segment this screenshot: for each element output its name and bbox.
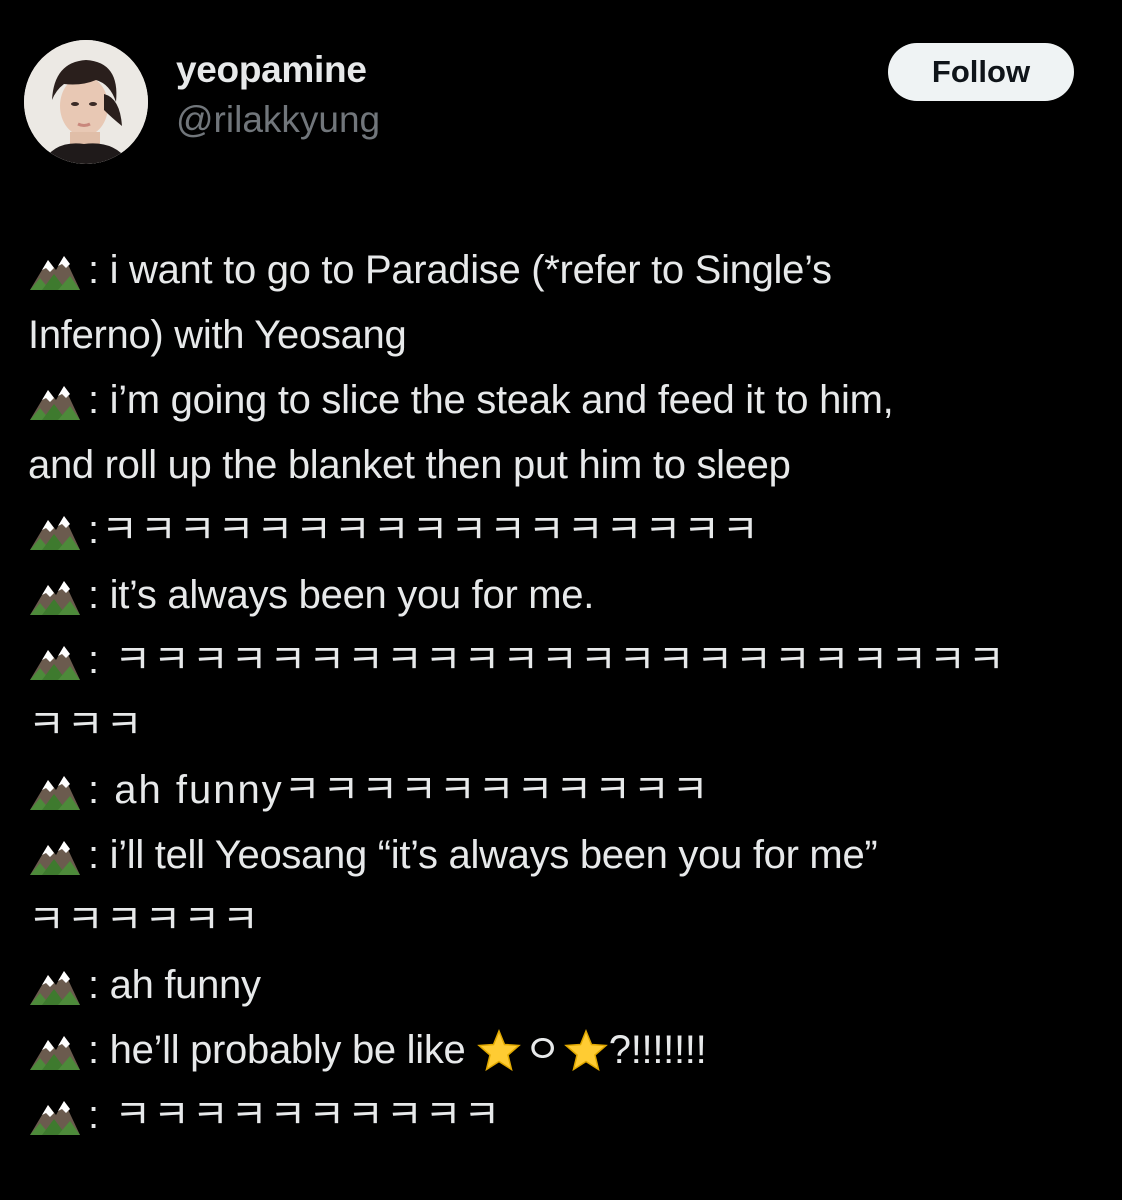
- tweet-line: : i want to go to Paradise (*refer to Si…: [28, 238, 1108, 303]
- tweet-line: Inferno) with Yeosang: [28, 303, 1108, 368]
- mountain-icon: [28, 575, 82, 617]
- mountain-icon: [28, 770, 82, 812]
- tweet-line: : i’ll tell Yeosang “it’s always been yo…: [28, 823, 1108, 888]
- tweet-line-text: : ㅋㅋㅋㅋㅋㅋㅋㅋㅋㅋㅋㅋㅋㅋㅋㅋㅋㅋㅋㅋㅋㅋㅋ: [88, 638, 1007, 682]
- mountain-icon: [28, 835, 82, 877]
- tweet-line-text: : i’ll tell Yeosang “it’s always been yo…: [88, 833, 878, 877]
- tweet-header: yeopamine @rilakkyung Follow: [0, 0, 1122, 200]
- tweet-line-text: Inferno) with Yeosang: [28, 313, 407, 357]
- star-icon: [476, 1028, 522, 1074]
- tweet-line-text: : ah funnyㅋㅋㅋㅋㅋㅋㅋㅋㅋㅋㅋ: [88, 768, 711, 812]
- tweet-line-text: : it’s always been you for me.: [88, 573, 595, 617]
- display-name[interactable]: yeopamine: [176, 48, 380, 92]
- tweet-line: ㅋㅋㅋㅋㅋㅋ: [28, 888, 1108, 953]
- tweet-line: : ㅋㅋㅋㅋㅋㅋㅋㅋㅋㅋ: [28, 1083, 1108, 1148]
- tweet-line: : it’s always been you for me.: [28, 563, 1108, 628]
- avatar[interactable]: [24, 40, 148, 164]
- user-info: yeopamine @rilakkyung: [176, 48, 380, 142]
- tweet-line-text: ?!!!!!!!: [608, 1028, 707, 1072]
- tweet-line: : ㅋㅋㅋㅋㅋㅋㅋㅋㅋㅋㅋㅋㅋㅋㅋㅋㅋㅋㅋㅋㅋㅋㅋ: [28, 628, 1108, 693]
- tweet-line-text: :ㅋㅋㅋㅋㅋㅋㅋㅋㅋㅋㅋㅋㅋㅋㅋㅋㅋ: [88, 508, 761, 552]
- tweet-line-text: ㅇ: [524, 1028, 561, 1072]
- tweet-line-text: : i want to go to Paradise (*refer to Si…: [88, 248, 832, 292]
- mountain-icon: [28, 1095, 82, 1137]
- mountain-icon: [28, 250, 82, 292]
- avatar-photo-icon: [24, 40, 148, 164]
- tweet-line-text: : i’m going to slice the steak and feed …: [88, 378, 894, 422]
- mountain-icon: [28, 1030, 82, 1072]
- tweet-line-text: ㅋㅋㅋ: [28, 703, 145, 747]
- tweet-line: : he’ll probably be like ㅇ?!!!!!!!: [28, 1018, 1108, 1083]
- mountain-icon: [28, 965, 82, 1007]
- tweet-body: : i want to go to Paradise (*refer to Si…: [28, 238, 1108, 1148]
- tweet-line: : ah funnyㅋㅋㅋㅋㅋㅋㅋㅋㅋㅋㅋ: [28, 758, 1108, 823]
- tweet-line-text: : ah funny: [88, 963, 261, 1007]
- follow-button[interactable]: Follow: [888, 43, 1074, 101]
- mountain-icon: [28, 380, 82, 422]
- mountain-icon: [28, 640, 82, 682]
- star-icon: [563, 1028, 609, 1074]
- user-handle[interactable]: @rilakkyung: [176, 98, 380, 142]
- tweet-line: and roll up the blanket then put him to …: [28, 433, 1108, 498]
- tweet-line-text: : he’ll probably be like: [88, 1028, 477, 1072]
- tweet-line: : i’m going to slice the steak and feed …: [28, 368, 1108, 433]
- mountain-icon: [28, 510, 82, 552]
- tweet-line-text: and roll up the blanket then put him to …: [28, 443, 791, 487]
- tweet-line-text: : ㅋㅋㅋㅋㅋㅋㅋㅋㅋㅋ: [88, 1093, 503, 1137]
- tweet-line: :ㅋㅋㅋㅋㅋㅋㅋㅋㅋㅋㅋㅋㅋㅋㅋㅋㅋ: [28, 498, 1108, 563]
- tweet-line: : ah funny: [28, 953, 1108, 1018]
- tweet-line-text: ㅋㅋㅋㅋㅋㅋ: [28, 898, 261, 942]
- tweet-line: ㅋㅋㅋ: [28, 693, 1108, 758]
